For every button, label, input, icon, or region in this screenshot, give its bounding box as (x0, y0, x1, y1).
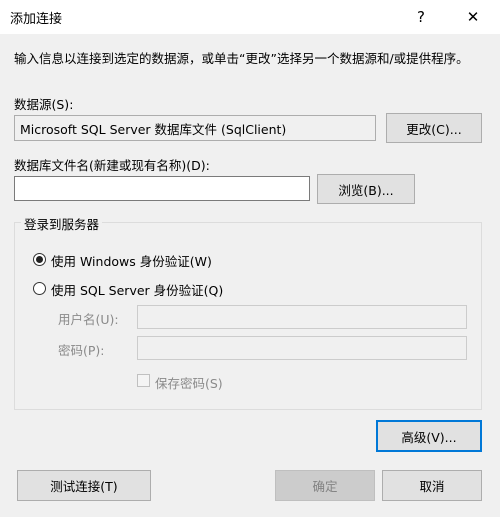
close-button[interactable]: ✕ (450, 0, 496, 34)
datasource-label: 数据源(S): (14, 97, 74, 112)
change-button[interactable]: 更改(C)... (386, 113, 482, 143)
advanced-button[interactable]: 高级(V)... (376, 420, 482, 452)
window-title: 添加连接 (10, 12, 63, 27)
password-input (137, 336, 467, 360)
dbfile-input[interactable] (14, 176, 310, 201)
login-group-title: 登录到服务器 (21, 214, 103, 233)
windows-auth-label[interactable]: 使用 Windows 身份验证(W) (51, 251, 212, 270)
dbfile-label: 数据库文件名(新建或现有名称)(D): (14, 158, 210, 173)
password-label: 密码(P): (58, 343, 105, 358)
sql-auth-radio[interactable] (33, 282, 46, 295)
help-icon: ? (417, 8, 425, 26)
description-text: 输入信息以连接到选定的数据源，或单击“更改”选择另一个数据源和/或提供程序。 (14, 51, 469, 66)
datasource-field: Microsoft SQL Server 数据库文件 (SqlClient) (14, 115, 376, 141)
save-password-checkbox (137, 374, 150, 387)
save-password-label: 保存密码(S) (155, 376, 223, 391)
test-connection-button[interactable]: 测试连接(T) (17, 470, 151, 501)
windows-auth-radio[interactable] (33, 253, 46, 266)
close-icon: ✕ (466, 8, 480, 26)
radio-selected-dot (36, 256, 43, 263)
cancel-button[interactable]: 取消 (382, 470, 482, 501)
username-label: 用户名(U): (58, 312, 119, 327)
browse-button[interactable]: 浏览(B)... (317, 174, 415, 204)
username-input (137, 305, 467, 329)
ok-button: 确定 (275, 470, 375, 501)
help-button[interactable]: ? (398, 0, 444, 34)
sql-auth-label[interactable]: 使用 SQL Server 身份验证(Q) (51, 280, 223, 299)
